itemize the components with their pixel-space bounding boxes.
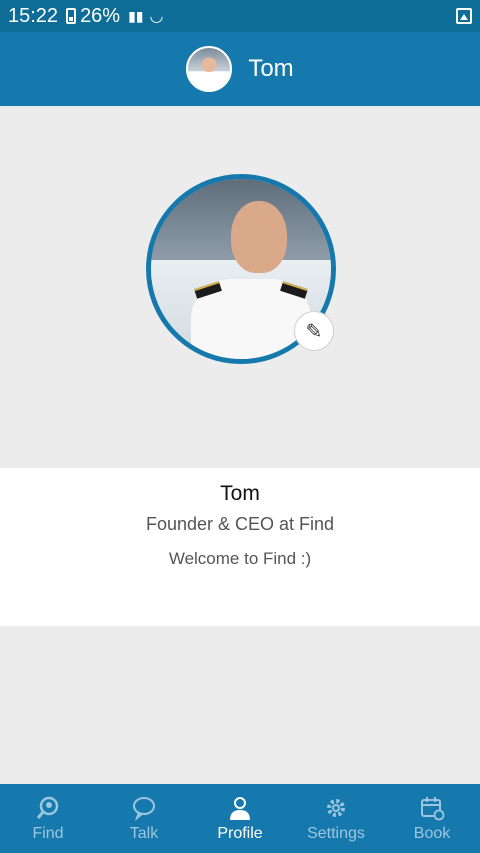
header-avatar[interactable] <box>186 46 233 92</box>
tab-label-find: Find <box>32 824 64 842</box>
tab-label-profile: Profile <box>217 824 263 842</box>
profile-name: Tom <box>220 482 260 505</box>
status-left: 15:22 26% ▮▮ ◡ <box>8 5 163 28</box>
tab-label-talk: Talk <box>129 824 159 842</box>
tab-settings[interactable]: Settings <box>288 784 384 853</box>
status-time: 15:22 <box>8 4 59 27</box>
edit-photo-button[interactable]: ✎ <box>294 311 334 351</box>
tab-label-book: Book <box>413 824 451 842</box>
battery-icon <box>66 8 77 24</box>
tab-profile[interactable]: Profile <box>192 784 288 853</box>
status-bar: 15:22 26% ▮▮ ◡ <box>0 0 480 32</box>
search-person-icon <box>35 795 61 821</box>
profile-hero: ✎ <box>0 106 480 468</box>
gear-icon <box>323 795 349 821</box>
header-title: Tom <box>248 55 294 82</box>
wifi-icon: ◡ <box>149 8 164 25</box>
calendar-icon <box>419 795 445 821</box>
chat-bubble-icon <box>131 795 157 821</box>
person-icon <box>227 795 253 821</box>
image-notification-icon <box>456 8 472 24</box>
profile-bio: Welcome to Find :) <box>168 549 312 568</box>
bottom-tab-bar: Find Talk Profile Settings Book <box>0 784 480 853</box>
signal-icon: ▮▮ <box>128 7 144 24</box>
tab-find[interactable]: Find <box>0 784 96 853</box>
tab-talk[interactable]: Talk <box>96 784 192 853</box>
status-right <box>456 8 472 24</box>
app-header: Tom <box>0 32 480 106</box>
battery-percent: 26% <box>80 4 121 27</box>
pencil-icon: ✎ <box>305 320 323 343</box>
tab-label-settings: Settings <box>307 824 365 842</box>
profile-info: Tom Founder & CEO at Find Welcome to Fin… <box>0 468 480 626</box>
profile-role: Founder & CEO at Find <box>145 514 335 534</box>
tab-book[interactable]: Book <box>384 784 480 853</box>
photo-head <box>231 201 287 273</box>
